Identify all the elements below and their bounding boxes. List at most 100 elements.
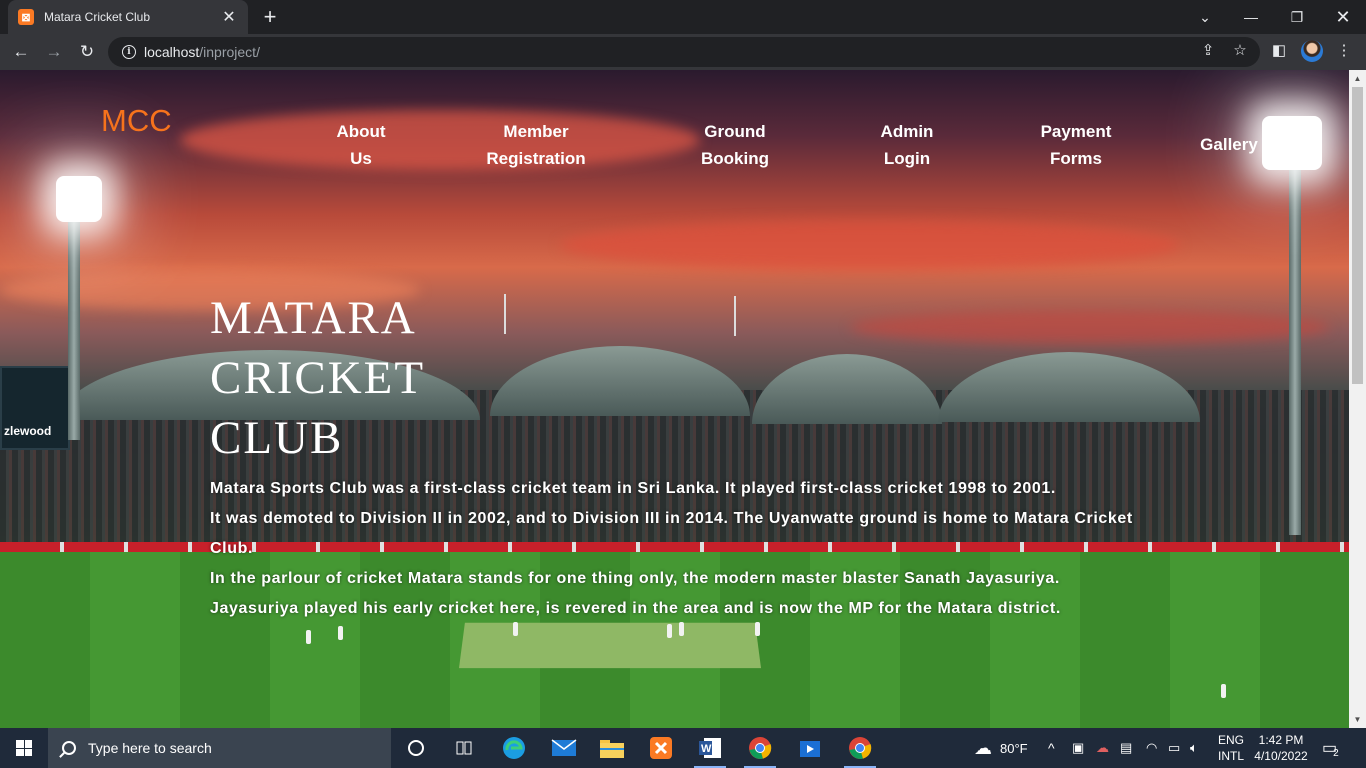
sky-cloud	[850, 310, 1330, 344]
site-info-icon[interactable]: i	[122, 45, 136, 59]
stadium-roof	[938, 352, 1200, 422]
browser-tabstrip: ⊠ Matara Cricket Club ✕ + ⌄ — ❐ ✕	[0, 0, 1366, 34]
nav-gallery[interactable]: Gallery	[1196, 131, 1262, 158]
player-figure	[306, 630, 311, 644]
hero-description: Matara Sports Club was a first-class cri…	[210, 474, 1150, 624]
share-icon[interactable]: ⇪	[1198, 40, 1218, 60]
cortana-icon[interactable]	[392, 728, 440, 768]
close-tab-icon[interactable]: ✕	[220, 7, 238, 27]
nav-payment-forms[interactable]: Payment Forms	[1030, 118, 1122, 172]
menu-dots-icon[interactable]: ⋮	[1334, 40, 1354, 60]
nav-about-us[interactable]: About Us	[318, 118, 404, 172]
taskbar-search-box[interactable]: Type here to search	[48, 728, 391, 768]
search-placeholder: Type here to search	[88, 740, 212, 756]
player-figure	[338, 626, 343, 640]
url-path: /inproject/	[199, 44, 260, 60]
url-host: localhost	[144, 44, 200, 60]
address-bar[interactable]: i localhost/inproject/	[108, 37, 1260, 67]
wifi-icon[interactable]: ◠	[1146, 728, 1157, 768]
notification-center-icon[interactable]: ▭ 2	[1322, 728, 1339, 768]
nav-label: About Us	[336, 122, 386, 168]
nav-label: Admin Login	[880, 122, 934, 168]
side-panel-icon[interactable]: ◧	[1269, 40, 1289, 60]
reload-icon[interactable]: ↻	[75, 40, 99, 64]
weather-widget[interactable]: ☁ 80°F	[974, 728, 1028, 768]
xampp-icon[interactable]	[637, 728, 685, 768]
nav-label: Member Registration	[486, 122, 586, 168]
tab-search-icon[interactable]: ⌄	[1182, 0, 1228, 34]
tab-title: Matara Cricket Club	[44, 10, 151, 24]
player-figure	[679, 622, 684, 636]
window-close-icon[interactable]: ✕	[1320, 0, 1366, 34]
nav-admin-login[interactable]: Admin Login	[868, 118, 946, 172]
floodlight-tower	[68, 220, 80, 440]
minimize-icon[interactable]: —	[1228, 0, 1274, 34]
word-icon[interactable]: W	[686, 728, 734, 768]
windows-logo-icon	[16, 740, 32, 756]
hero-paragraph: In the parlour of cricket Matara stands …	[210, 570, 1060, 587]
nav-label: Gallery	[1200, 135, 1258, 154]
player-figure	[755, 622, 760, 636]
keyboard-layout: INTL	[1217, 749, 1244, 763]
floodlight-tower	[1289, 170, 1301, 535]
site-logo[interactable]: MCC	[101, 103, 172, 139]
scoreboard-text: zlewood	[4, 424, 52, 438]
language-code: ENG	[1217, 733, 1244, 747]
cricket-pitch	[458, 622, 762, 669]
display-icon[interactable]: ▤	[1120, 728, 1132, 768]
nav-ground-booking[interactable]: Ground Booking	[688, 118, 782, 172]
hero-paragraph: It was demoted to Division II in 2002, a…	[210, 510, 1133, 557]
hero-title: MATARA CRICKET CLUB	[210, 292, 425, 464]
stadium-roof	[490, 346, 750, 416]
scroll-up-icon[interactable]: ▲	[1349, 70, 1366, 87]
nav-label: Ground Booking	[701, 122, 769, 168]
sky-cloud	[560, 220, 1180, 270]
hero-paragraph: Jayasuriya played his early cricket here…	[210, 600, 1061, 617]
movies-tv-icon[interactable]	[786, 728, 834, 768]
xampp-icon: ⊠	[18, 9, 34, 25]
player-figure	[513, 622, 518, 636]
stadium-scoreboard: zlewood	[0, 366, 70, 450]
weather-cloud-icon: ☁	[974, 737, 992, 758]
new-tab-icon[interactable]: +	[258, 5, 282, 29]
edge-icon[interactable]	[490, 728, 538, 768]
onedrive-error-icon[interactable]: ☁	[1096, 728, 1109, 768]
chrome-profile-icon[interactable]	[836, 728, 884, 768]
profile-avatar[interactable]	[1301, 40, 1323, 62]
windows-taskbar: Type here to search W ☁ 80°F ^ ▣ ☁ ▤ ◠ ▭…	[0, 728, 1366, 768]
notification-count: 2	[1333, 747, 1339, 759]
nav-member-registration[interactable]: Member Registration	[478, 118, 594, 172]
clock-time: 1:42 PM	[1258, 733, 1304, 747]
start-button[interactable]	[0, 728, 48, 768]
scroll-thumb[interactable]	[1352, 87, 1363, 384]
floodlight-lamp	[1262, 116, 1322, 170]
sky-cloud	[180, 110, 700, 170]
battery-icon[interactable]: ▭	[1168, 728, 1180, 768]
page-viewport: zlewood MCC About Us Member Registration…	[0, 70, 1349, 728]
chrome-icon[interactable]	[736, 728, 784, 768]
mail-icon[interactable]	[540, 728, 588, 768]
bookmark-star-icon[interactable]: ☆	[1230, 40, 1250, 60]
player-figure	[667, 624, 672, 638]
volume-icon[interactable]: 🔈︎	[1190, 728, 1198, 768]
floodlight-lamp	[56, 176, 102, 222]
meet-now-icon[interactable]: ▣	[1072, 728, 1084, 768]
scroll-down-icon[interactable]: ▼	[1349, 711, 1366, 728]
restore-icon[interactable]: ❐	[1274, 0, 1320, 34]
task-view-icon[interactable]	[440, 728, 488, 768]
browser-toolbar: ← → ↻ i localhost/inproject/ ⇪ ☆ ◧ ⋮	[0, 34, 1366, 70]
stadium-roof	[752, 354, 942, 424]
nav-label: Payment Forms	[1040, 122, 1112, 168]
svg-text:W: W	[701, 743, 712, 755]
flag-pole	[504, 294, 506, 334]
input-language[interactable]: ENG INTL	[1216, 732, 1246, 764]
file-explorer-icon[interactable]	[588, 728, 636, 768]
taskbar-clock[interactable]: 1:42 PM 4/10/2022	[1250, 732, 1312, 764]
hero-paragraph: Matara Sports Club was a first-class cri…	[210, 480, 1056, 497]
show-hidden-icons-icon[interactable]: ^	[1048, 728, 1055, 768]
page-scrollbar[interactable]: ▲ ▼	[1349, 70, 1366, 728]
forward-icon[interactable]: →	[42, 40, 66, 64]
back-icon[interactable]: ←	[9, 40, 33, 64]
browser-tab[interactable]: ⊠ Matara Cricket Club ✕	[8, 0, 248, 34]
weather-temperature: 80°F	[1000, 740, 1028, 756]
